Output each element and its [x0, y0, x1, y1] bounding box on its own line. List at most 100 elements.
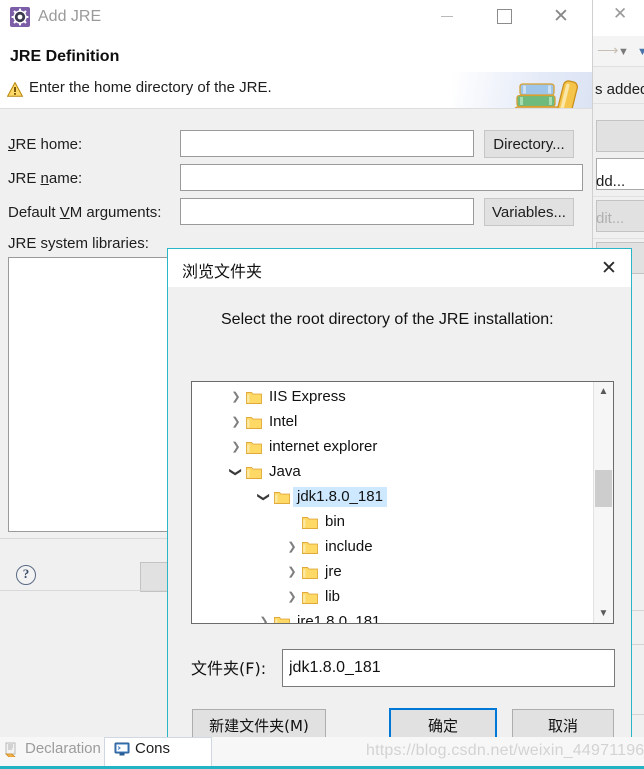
tab-declaration[interactable]: Declaration: [4, 740, 101, 757]
tree-item[interactable]: ❯ Intel: [192, 409, 613, 434]
eclipse-edit-button-label[interactable]: dit...: [596, 210, 624, 227]
folder-icon: [302, 591, 318, 604]
tree-item-label: jre: [325, 563, 342, 580]
help-question-icon-1[interactable]: ?: [16, 565, 36, 585]
folder-name-input[interactable]: [282, 649, 615, 687]
chevron-down-icon[interactable]: ❯: [257, 487, 271, 507]
tree-scrollbar[interactable]: ▲ ▼: [593, 382, 613, 623]
folder-icon: [274, 491, 290, 504]
jre-home-label: JRE home:: [8, 136, 83, 153]
page-title: JRE Definition: [10, 48, 120, 65]
tree-item-label: Java: [269, 463, 301, 480]
tree-item[interactable]: ❯ lib: [192, 584, 613, 609]
eclipse-divider-2: [591, 103, 644, 104]
folder-icon: [246, 416, 262, 429]
folder-tree[interactable]: ❯ IIS Express ❯ Intel ❯ internet explorer ❯ Jav…: [191, 381, 614, 624]
folder-icon: [246, 465, 262, 479]
tab-console-label: Cons: [135, 740, 171, 757]
tab-console[interactable]: Cons: [114, 740, 170, 757]
chevron-right-icon[interactable]: ❯: [226, 440, 246, 453]
chevron-right-icon[interactable]: ❯: [254, 615, 274, 623]
tree-item[interactable]: ❯ Java: [192, 459, 613, 484]
default-vm-arguments-input[interactable]: [180, 198, 474, 225]
tree-item[interactable]: ❯ jre1.8.0_181: [192, 609, 613, 624]
eclipse-close-icon[interactable]: ✕: [613, 4, 627, 24]
directory-button[interactable]: Directory...: [484, 130, 574, 158]
folder-icon: [246, 391, 262, 404]
chevron-right-icon[interactable]: ❯: [282, 540, 302, 553]
folder-icon: [302, 566, 318, 579]
tree-item-label: lib: [325, 588, 341, 605]
tree-item[interactable]: ❯ include: [192, 534, 613, 559]
folder-icon: [302, 541, 318, 554]
minimize-button[interactable]: [424, 0, 470, 33]
folder-icon: [274, 615, 290, 623]
screen-root: ✕ ⟶ ▼ ▼ s added dd... dit... ?: [0, 0, 644, 769]
folder-icon: [302, 565, 318, 579]
chevron-down-icon-2[interactable]: ▼: [637, 44, 644, 60]
folder-icon: [246, 466, 262, 479]
folder-icon: [246, 390, 262, 404]
console-icon: [114, 742, 130, 755]
variables-button[interactable]: Variables...: [484, 198, 574, 226]
folder-icon: [246, 440, 262, 454]
forward-arrow-icon[interactable]: ⟶: [597, 42, 619, 60]
tree-item-label: Intel: [269, 413, 298, 430]
eclipse-add-button-label[interactable]: dd...: [596, 173, 625, 190]
eclipse-button-top[interactable]: [596, 120, 644, 152]
tree-item[interactable]: bin: [192, 509, 613, 534]
jre-system-libraries-label: JRE system libraries:: [8, 235, 149, 252]
wizard-header: JRE Definition Enter the home directory …: [0, 36, 592, 109]
jre-name-label: JRE name:: [8, 170, 83, 187]
chevron-right-icon[interactable]: ❯: [226, 390, 246, 403]
tab-declaration-label: Declaration: [25, 740, 101, 757]
browse-folder-dialog: 浏览文件夹 ✕ Select the root directory of the…: [167, 248, 632, 764]
default-vm-arguments-label: Default VM arguments:: [8, 204, 162, 221]
browse-folder-prompt: Select the root directory of the JRE ins…: [221, 311, 554, 328]
close-button[interactable]: ✕: [538, 0, 584, 33]
browse-folder-titlebar: 浏览文件夹 ✕: [168, 249, 631, 287]
folder-icon: [274, 616, 290, 623]
warning-icon: [7, 82, 23, 97]
eclipse-divider-1: [591, 66, 644, 67]
tree-item[interactable]: ❯ internet explorer: [192, 434, 613, 459]
chevron-right-icon[interactable]: ❯: [226, 415, 246, 428]
jre-home-input[interactable]: [180, 130, 474, 157]
eclipse-divider-4: [591, 238, 644, 239]
tree-item-label: internet explorer: [269, 438, 378, 455]
tree-item[interactable]: ❯ jre: [192, 559, 613, 584]
tree-item-label: jre1.8.0_181: [297, 613, 381, 624]
browse-folder-title: 浏览文件夹: [182, 262, 263, 281]
tree-item-label: IIS Express: [269, 388, 346, 405]
browse-folder-close-icon[interactable]: ✕: [587, 249, 631, 287]
folder-icon: [302, 590, 318, 604]
folder-name-label: 文件夹(F):: [191, 659, 267, 678]
folder-icon: [302, 540, 318, 554]
chevron-right-icon[interactable]: ❯: [282, 565, 302, 578]
minimize-icon: [441, 16, 453, 17]
chevron-up-icon[interactable]: ▲: [594, 382, 613, 401]
folder-icon: [246, 441, 262, 454]
tree-item-label: include: [325, 538, 373, 555]
chevron-down-icon[interactable]: ❯: [229, 462, 243, 482]
close-icon: ✕: [553, 5, 569, 27]
chevron-down-icon[interactable]: ▼: [594, 604, 613, 623]
books-icon: [514, 80, 578, 108]
jre-name-input[interactable]: [180, 164, 583, 191]
wizard-message: Enter the home directory of the JRE.: [29, 79, 272, 96]
eclipse-status-text: s added: [595, 81, 644, 98]
add-jre-titlebar: Add JRE ✕: [0, 0, 592, 36]
eclipse-jre-gear-icon: [10, 7, 30, 27]
tree-item[interactable]: ❯ IIS Express: [192, 384, 613, 409]
declaration-icon: [5, 742, 16, 757]
maximize-button[interactable]: [481, 0, 527, 33]
folder-icon: [302, 516, 318, 529]
tree-scrollbar-thumb[interactable]: [595, 470, 612, 507]
chevron-down-icon-1[interactable]: ▼: [618, 44, 629, 60]
chevron-right-icon[interactable]: ❯: [282, 590, 302, 603]
folder-icon: [274, 490, 290, 504]
tree-item[interactable]: ❯ jdk1.8.0_181: [192, 484, 613, 509]
watermark: https://blog.csdn.net/weixin_44971196: [366, 742, 644, 759]
add-jre-title: Add JRE: [38, 8, 102, 25]
folder-icon: [302, 515, 318, 529]
